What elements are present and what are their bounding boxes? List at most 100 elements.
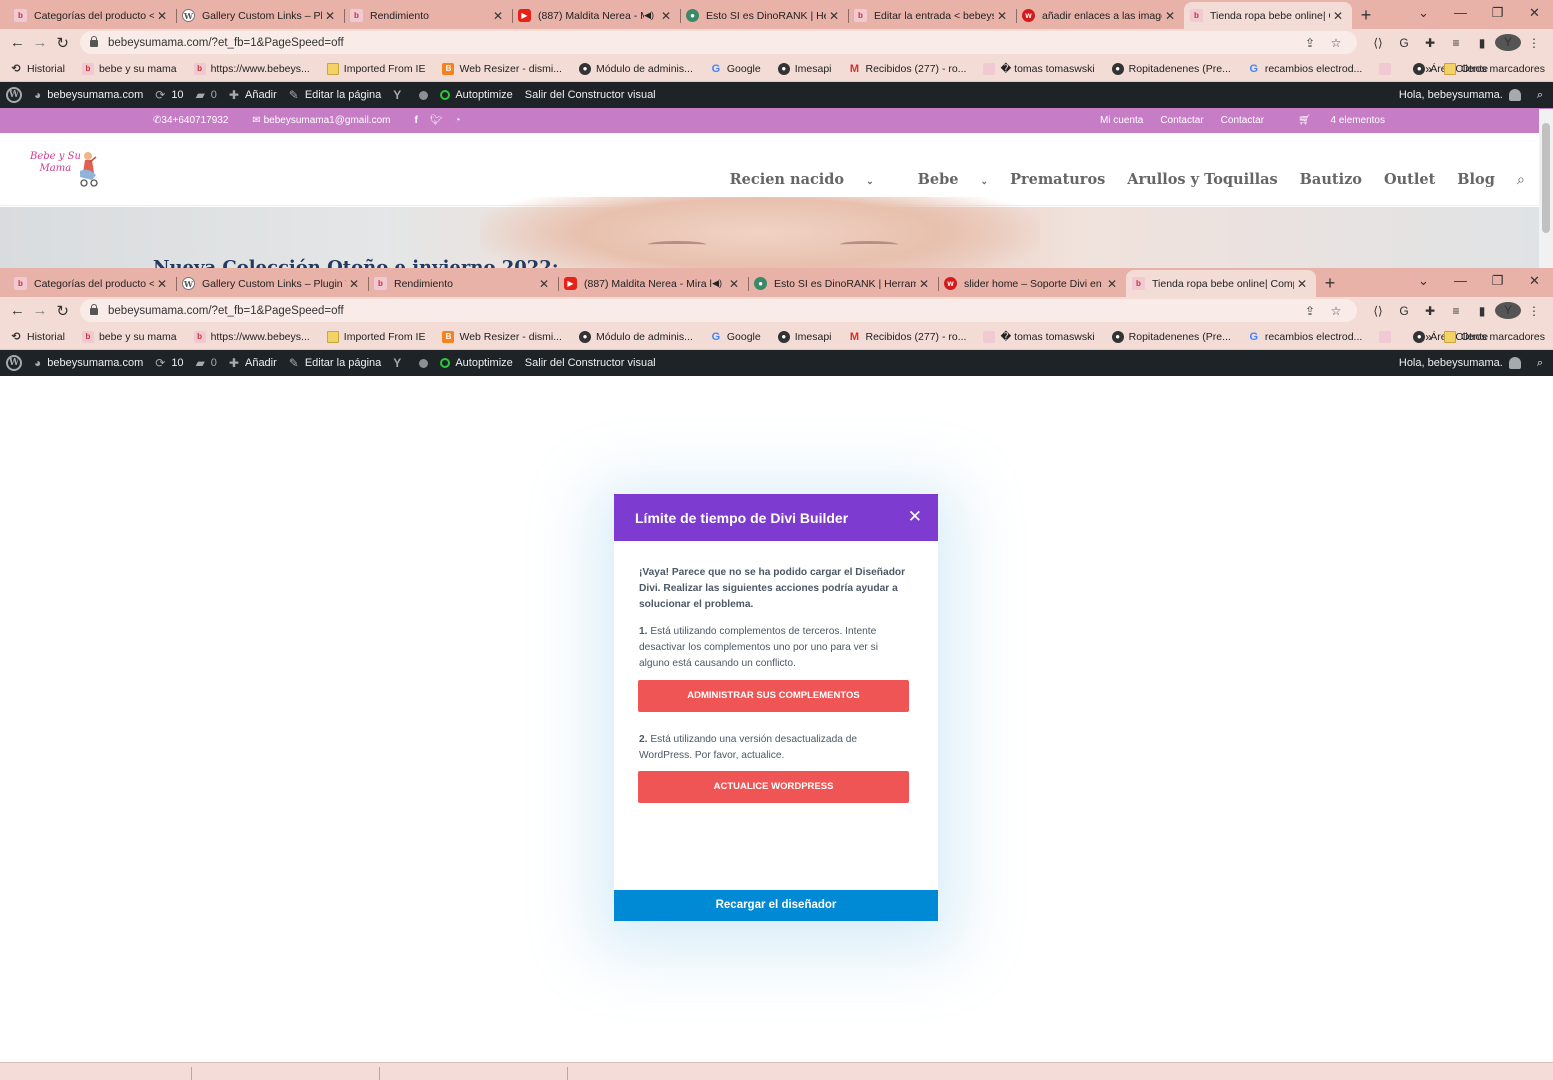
- browser-tab[interactable]: b Editar la entrada < bebeys ✕: [848, 2, 1016, 29]
- bookmark-item[interactable]: b https://www.bebeys...: [193, 62, 310, 75]
- bookmark-item[interactable]: ⟲ Historial: [10, 331, 65, 344]
- profile-avatar[interactable]: Y: [1495, 302, 1522, 319]
- search-icon[interactable]: ⌕: [1527, 82, 1553, 108]
- bookmark-folder[interactable]: Imported From IE: [326, 330, 425, 343]
- facebook-icon[interactable]: f: [414, 115, 417, 126]
- rss-icon[interactable]: ◔: [455, 115, 461, 126]
- browser-tab[interactable]: bCategorías del producto < bebe✕: [8, 270, 176, 297]
- browser-tab[interactable]: w slider home – Soporte Divi en e ✕: [938, 270, 1126, 297]
- translate-extension-icon[interactable]: G: [1391, 36, 1417, 50]
- close-tab-icon[interactable]: ✕: [1104, 277, 1120, 291]
- my-account-link[interactable]: Mi cuenta: [1100, 115, 1143, 126]
- code-extension-icon[interactable]: ⟨⟩: [1365, 304, 1391, 318]
- close-tab-icon[interactable]: ✕: [154, 277, 170, 291]
- close-tab-icon[interactable]: ✕: [916, 277, 932, 291]
- browser-tab[interactable]: b Rendimiento ✕: [368, 270, 558, 297]
- browser-tab[interactable]: WGallery Custom Links – Plugin✕: [176, 2, 344, 29]
- profile-avatar[interactable]: Y: [1495, 34, 1522, 51]
- reload-builder-button[interactable]: Recargar el diseñador: [614, 890, 938, 921]
- updates-link[interactable]: ⟳ 10: [149, 82, 189, 108]
- exit-visual-builder-link[interactable]: Salir del Constructor visual: [519, 82, 662, 108]
- updates-link[interactable]: ⟳ 10: [149, 350, 189, 376]
- bookmark-item[interactable]: b bebe y su mama: [81, 62, 177, 75]
- autoptimize-link[interactable]: Autoptimize: [434, 350, 518, 376]
- reading-list-icon[interactable]: ≡: [1443, 304, 1469, 318]
- reading-list-icon[interactable]: ≡: [1443, 36, 1469, 50]
- comments-link[interactable]: ▰ 0: [190, 350, 223, 376]
- reload-icon[interactable]: ↻: [51, 302, 74, 320]
- bookmark-star-icon[interactable]: ☆: [1323, 36, 1349, 50]
- tab-search-chevron-icon[interactable]: ⌄: [1405, 268, 1442, 297]
- close-tab-icon[interactable]: ✕: [994, 9, 1010, 23]
- browser-tab[interactable]: ▶(887) Maldita Nerea - Mira l◀)✕: [512, 2, 680, 29]
- share-icon[interactable]: ⇪: [1297, 304, 1323, 318]
- wordpress-logo-icon[interactable]: W: [0, 350, 28, 376]
- bookmark-item[interactable]: B Web Resizer - dismi...: [442, 330, 562, 343]
- address-bar[interactable]: bebeysumama.com/?et_fb=1&PageSpeed=off ⇪…: [80, 299, 1358, 322]
- address-bar[interactable]: bebeysumama.com/?et_fb=1&PageSpeed=off ⇪…: [80, 31, 1358, 54]
- nav-arrullos[interactable]: Arullos y Toquillas: [1127, 171, 1277, 188]
- browser-tab[interactable]: ● Esto SI es DinoRANK | Herr ✕: [680, 2, 848, 29]
- nav-bebe[interactable]: Bebe ⌄: [896, 171, 988, 188]
- bookmark-item[interactable]: Grecambios electrod...: [1248, 63, 1363, 75]
- close-tab-icon[interactable]: ✕: [322, 9, 338, 23]
- nav-recien-nacido[interactable]: Recien nacido ⌄: [708, 171, 874, 188]
- browser-tab[interactable]: W Gallery Custom Links – Plugin W ✕: [176, 270, 368, 297]
- close-window-icon[interactable]: ✕: [1516, 268, 1553, 297]
- bookmark-item[interactable]: b bebe y su mama: [81, 330, 177, 343]
- puzzle-extensions-icon[interactable]: ✚: [1417, 304, 1443, 318]
- autoptimize-link[interactable]: Autoptimize: [434, 82, 518, 108]
- close-tab-icon[interactable]: ✕: [826, 9, 842, 23]
- forward-arrow-icon[interactable]: →: [29, 302, 52, 319]
- contact-link[interactable]: Contactar: [1221, 115, 1264, 126]
- account-link[interactable]: Hola, bebeysumama.: [1393, 350, 1527, 376]
- nav-prematuros[interactable]: Prematuros: [1010, 171, 1105, 188]
- share-icon[interactable]: ⇪: [1297, 36, 1323, 50]
- back-arrow-icon[interactable]: ←: [6, 34, 29, 51]
- bookmark-item[interactable]: Grecambios electrod...: [1248, 331, 1363, 343]
- kebab-menu-icon[interactable]: ⋮: [1521, 36, 1547, 50]
- yoast-seo-icon[interactable]: Y: [387, 82, 413, 108]
- side-panel-icon[interactable]: ▮: [1469, 304, 1495, 318]
- close-tab-icon[interactable]: ✕: [490, 9, 506, 23]
- site-logo[interactable]: Bebe y Su Mama: [30, 147, 102, 189]
- add-new-link[interactable]: ✚ Añadir: [223, 82, 283, 108]
- nav-outlet[interactable]: Outlet: [1384, 171, 1435, 188]
- other-bookmarks-folder[interactable]: Otros marcadores: [1443, 330, 1545, 343]
- forward-arrow-icon[interactable]: →: [29, 34, 52, 51]
- close-tab-icon[interactable]: ✕: [1294, 277, 1310, 291]
- bookmark-item[interactable]: G Google: [710, 63, 761, 75]
- bookmark-item[interactable]: G Google: [710, 331, 761, 343]
- browser-tab[interactable]: ● Esto SI es DinoRANK | Herramie ✕: [748, 270, 938, 297]
- edit-page-link[interactable]: ✎ Editar la página: [283, 82, 388, 108]
- add-new-link[interactable]: ✚ Añadir: [223, 350, 283, 376]
- new-tab-plus-icon[interactable]: +: [1352, 2, 1380, 29]
- bookmark-item[interactable]: ● Ropitadenenes (Pre...: [1111, 62, 1231, 75]
- speaker-mute-icon[interactable]: ◀): [644, 10, 654, 21]
- kebab-menu-icon[interactable]: ⋮: [1521, 304, 1547, 318]
- seo-status-dot[interactable]: [413, 350, 434, 376]
- nav-blog[interactable]: Blog: [1457, 171, 1495, 188]
- nav-bautizo[interactable]: Bautizo: [1300, 171, 1362, 188]
- browser-tab[interactable]: b Rendimiento ✕: [344, 2, 512, 29]
- code-extension-icon[interactable]: ⟨⟩: [1365, 36, 1391, 50]
- email-link[interactable]: ✉ bebeysumama1@gmail.com: [252, 115, 402, 126]
- new-tab-plus-icon[interactable]: +: [1316, 270, 1344, 297]
- bookmark-folder[interactable]: Imported From IE: [326, 62, 425, 75]
- site-name-link[interactable]: ◕ bebeysumama.com: [28, 82, 149, 108]
- edit-page-link[interactable]: ✎ Editar la página: [283, 350, 388, 376]
- page-scrollbar[interactable]: [1539, 109, 1553, 268]
- search-icon[interactable]: ⌕: [1527, 350, 1553, 376]
- account-link[interactable]: Hola, bebeysumama.: [1393, 82, 1527, 108]
- browser-tab[interactable]: w añadir enlaces a las image ✕: [1016, 2, 1184, 29]
- close-tab-icon[interactable]: ✕: [346, 277, 362, 291]
- bookmark-item[interactable]: M Recibidos (277) - ro...: [849, 63, 967, 75]
- bookmark-item[interactable]: M Recibidos (277) - ro...: [849, 331, 967, 343]
- puzzle-extensions-icon[interactable]: ✚: [1417, 36, 1443, 50]
- cart-link[interactable]: 🛒︎ 4 elementos: [1281, 115, 1385, 126]
- chevron-right-icon[interactable]: »: [1425, 330, 1432, 344]
- speaker-mute-icon[interactable]: ◀): [712, 278, 722, 289]
- search-icon[interactable]: ⌕: [1517, 172, 1525, 188]
- chevron-right-icon[interactable]: »: [1425, 62, 1432, 76]
- comments-link[interactable]: ▰ 0: [190, 82, 223, 108]
